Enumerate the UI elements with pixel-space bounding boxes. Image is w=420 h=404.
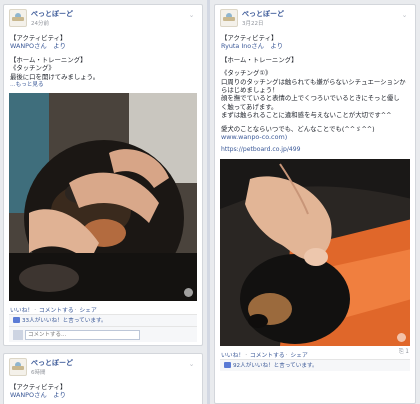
thumbs-up-icon	[13, 317, 20, 324]
post-actions: いいね！· コメントする· シェア	[10, 308, 97, 315]
like-button[interactable]: いいね！	[10, 308, 33, 314]
comment-button[interactable]: コメントする	[250, 353, 285, 359]
share-count-value: 1	[405, 348, 409, 355]
dog-photo-illustration	[9, 93, 197, 302]
share-icon: ⎘	[398, 348, 404, 355]
post-photo[interactable]	[220, 158, 410, 346]
see-more-link[interactable]: …もっと見る	[10, 81, 196, 89]
share-count[interactable]: ⎘ 1	[399, 349, 409, 356]
share-button[interactable]: シェア	[79, 308, 96, 314]
page-avatar[interactable]	[9, 358, 27, 376]
likes-summary[interactable]: 33人がいいね！と言っています。	[9, 314, 197, 327]
page-name[interactable]: ぺっとぼーど	[242, 9, 284, 19]
post-line: まずは触られることに違和感を与えないことが大切です^^	[221, 111, 392, 120]
post-header: ぺっとぼーど 6時間 ⌄	[4, 354, 202, 380]
post-line: 【ホーム・トレーニング】	[221, 55, 298, 64]
page-name[interactable]: ぺっとぼーど	[31, 9, 73, 19]
page-name[interactable]: ぺっとぼーど	[31, 358, 73, 368]
post-options-icon[interactable]: ⌄	[400, 11, 409, 19]
post-header: ぺっとぼーど 24分前 ⌄	[4, 5, 202, 31]
post-photo[interactable]	[9, 93, 197, 302]
post-header: ぺっとぼーど 3月22日 ⌄	[215, 5, 415, 31]
post-card: ぺっとぼーど 24分前 ⌄ 【アクティビティ】 WANPOさん より 【ホーム・…	[3, 4, 203, 346]
post-text: 【アクティビティ】 WANPOさん より	[4, 380, 202, 400]
post-line: Ryuta Inoさん より	[221, 42, 284, 51]
likes-text: 92人がいいね！と言っています。	[233, 362, 318, 369]
like-button[interactable]: いいね！	[221, 353, 244, 359]
thumbs-up-icon	[224, 361, 231, 368]
post-link[interactable]: https://petboard.co.jp/499	[221, 146, 409, 154]
dog-photo-illustration	[220, 158, 410, 346]
expand-photo-icon[interactable]	[397, 332, 406, 342]
post-card: ぺっとぼーど 3月22日 ⌄ 【アクティビティ】 Ryuta Inoさん より …	[214, 4, 416, 404]
post-line: 《タッチング①》	[221, 69, 272, 78]
page-avatar[interactable]	[220, 9, 238, 27]
post-text: 【アクティビティ】 WANPOさん より 【ホーム・トレーニング】 《タッチング…	[4, 31, 202, 89]
post-line[interactable]: www.wanpo-co.com)	[221, 133, 409, 141]
post-line: 【アクティビティ】	[10, 383, 67, 391]
post-options-icon[interactable]: ⌄	[187, 11, 196, 19]
post-card: ぺっとぼーど 6時間 ⌄ 【アクティビティ】 WANPOさん より	[3, 353, 203, 404]
post-text: 【アクティビティ】 Ryuta Inoさん より 【ホーム・トレーニング】 《タ…	[215, 31, 415, 155]
post-line: 【ホーム・トレーニング】	[10, 55, 87, 64]
comment-composer	[9, 326, 197, 343]
post-timestamp[interactable]: 24分前	[31, 19, 49, 27]
post-line: 口周りのタッチングは触られても嫌がらないシチュエーションか	[221, 77, 406, 86]
timeline-spine	[207, 0, 210, 404]
post-actions: いいね！· コメントする· シェア ⎘ 1	[221, 348, 409, 359]
post-line: く触ってあげます。	[221, 102, 278, 111]
post-timestamp[interactable]: 6時間	[31, 368, 46, 376]
post-line: 《タッチング》	[10, 64, 55, 73]
share-button[interactable]: シェア	[290, 353, 307, 359]
post-line: 【アクティビティ】	[221, 34, 278, 42]
post-line: WANPOさん より	[10, 42, 66, 51]
post-line: 愛犬のことならいつでも、どんなことでも(^^ゞ^^)	[221, 124, 375, 133]
post-line: 顔を撫でていると表情の上でくつろいでいるときにそっと優し	[221, 94, 400, 103]
viewer-avatar	[13, 330, 23, 341]
post-timestamp[interactable]: 3月22日	[242, 19, 264, 27]
post-options-icon[interactable]: ⌄	[187, 360, 196, 368]
post-line: 最後に口を開けてみましょう。	[10, 72, 100, 81]
post-line: WANPOさん より	[10, 391, 66, 400]
likes-summary[interactable]: 92人がいいね！と言っています。	[220, 358, 410, 371]
comment-button[interactable]: コメントする	[39, 308, 74, 314]
likes-text: 33人がいいね！と言っています。	[22, 318, 107, 325]
post-line: 【アクティビティ】	[10, 34, 67, 42]
comment-input[interactable]	[25, 330, 140, 341]
page-avatar[interactable]	[9, 9, 27, 27]
